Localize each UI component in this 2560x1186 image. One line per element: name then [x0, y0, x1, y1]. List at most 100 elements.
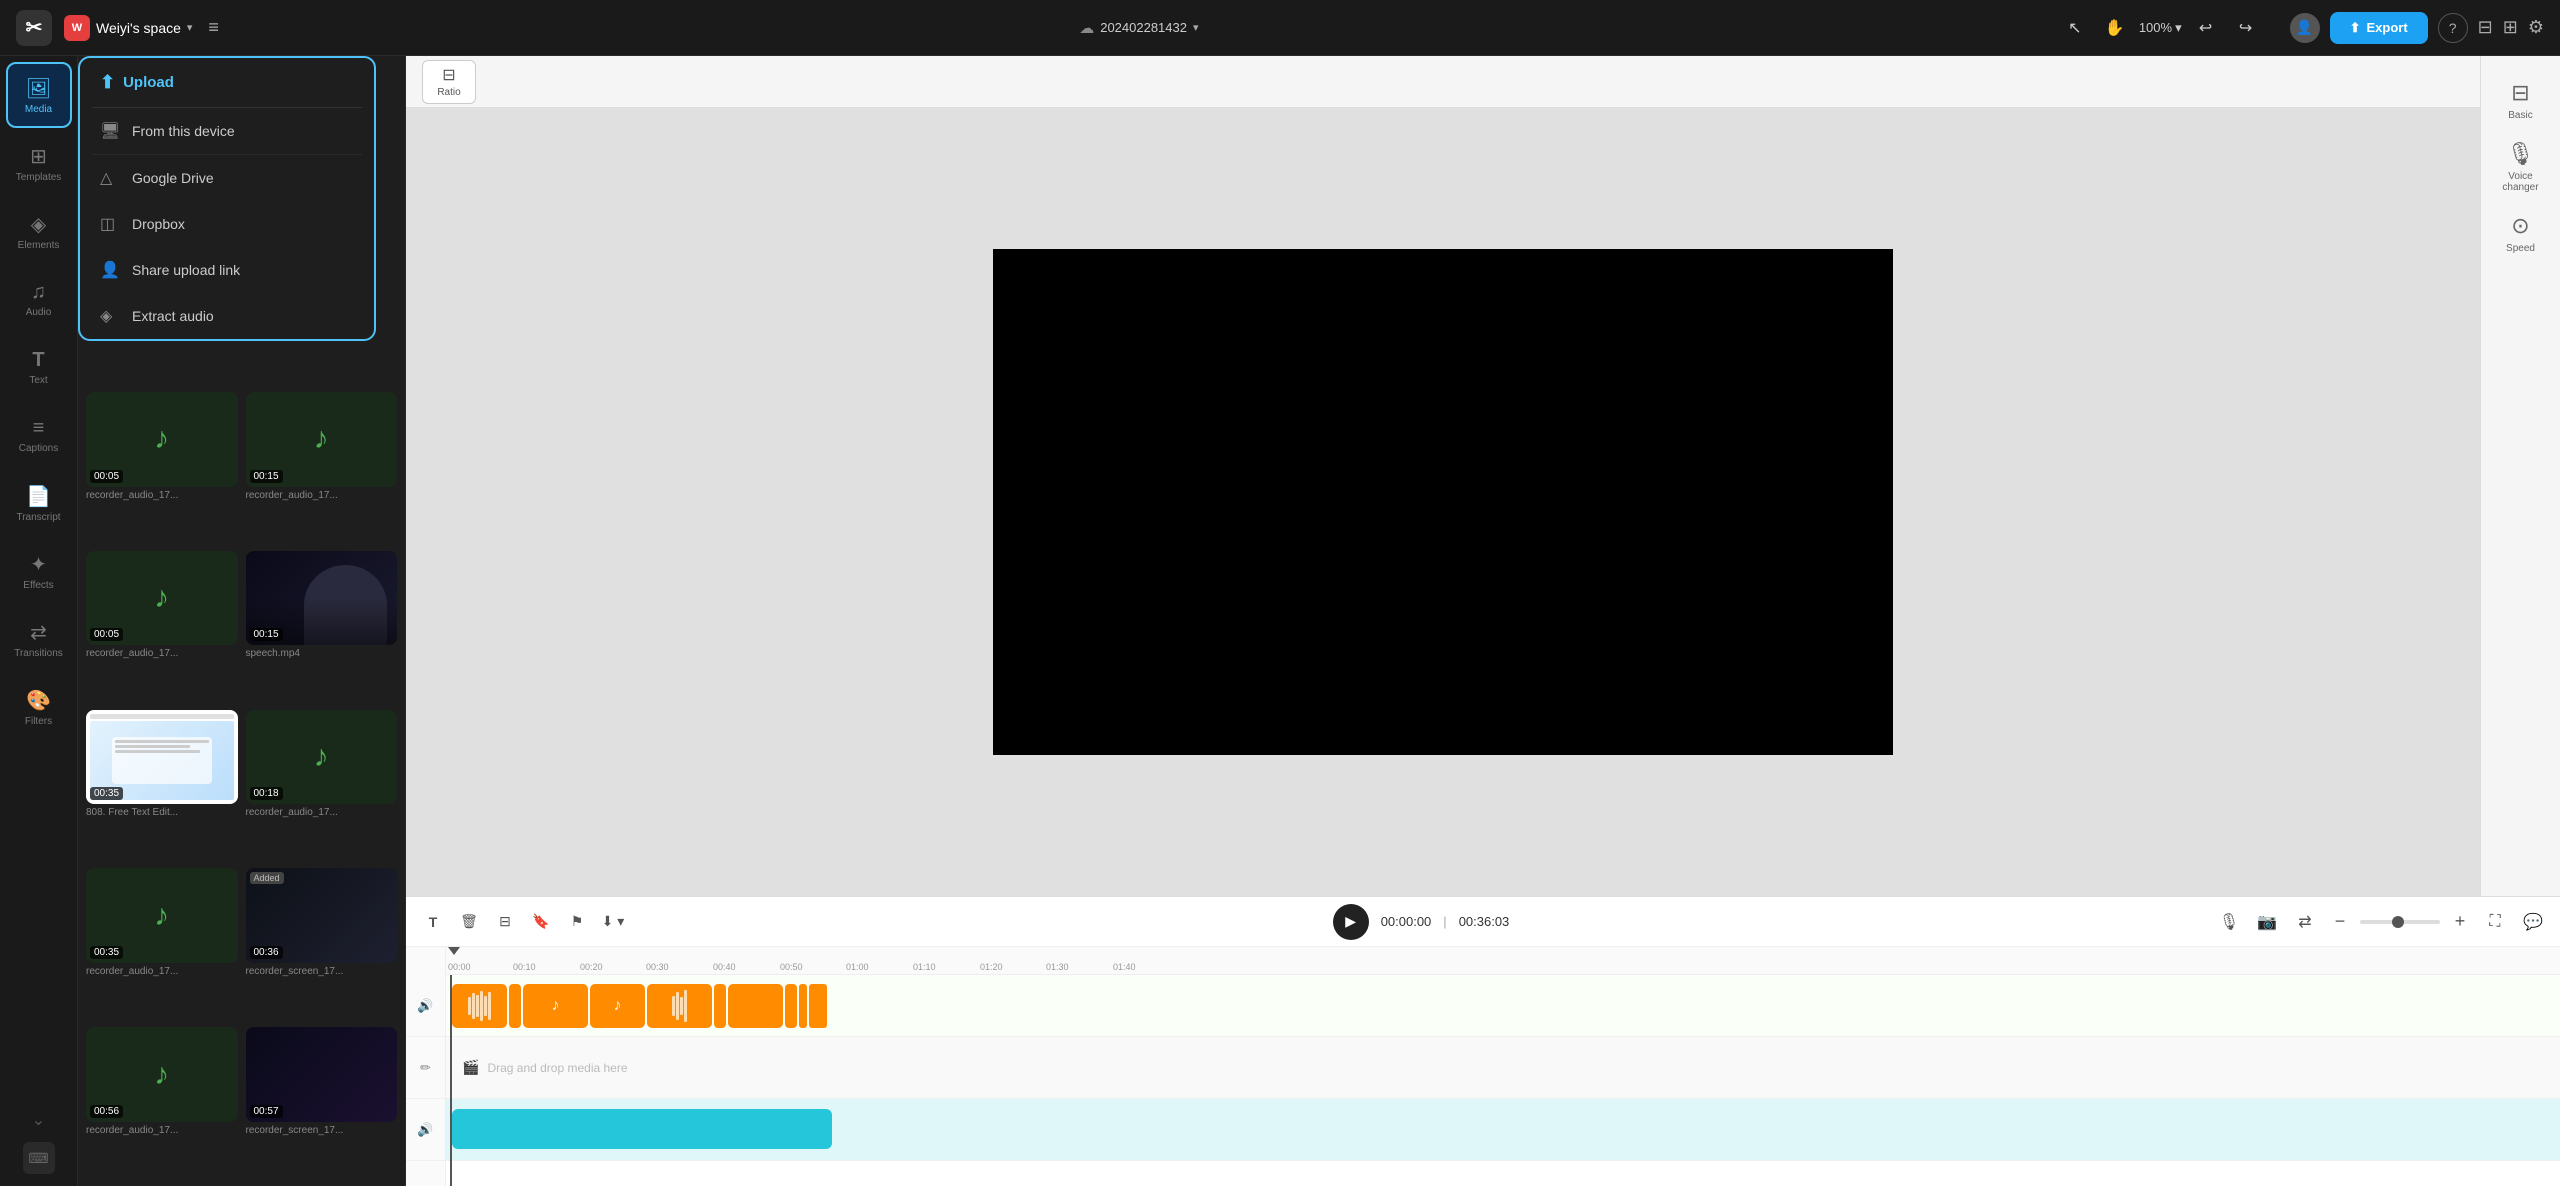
sidebar-item-filters[interactable]: 🎨 Filters	[6, 674, 72, 740]
timeline-trash-button[interactable]: 🗑	[454, 907, 484, 937]
list-item[interactable]: ♪ 00:56 recorder_audio_17...	[86, 1027, 238, 1178]
transitions-label: Transitions	[14, 648, 63, 659]
list-item[interactable]: 00:15 speech.mp4	[246, 551, 398, 702]
timeline-bookmark-button[interactable]: 🔖	[526, 907, 556, 937]
right-panel-speed[interactable]: ⊙ Speed	[2487, 205, 2555, 262]
upload-header[interactable]: ⬆ Upload	[80, 58, 374, 107]
upload-option-dropbox[interactable]: ◫ Dropbox	[80, 201, 374, 247]
timeline-split-button[interactable]: ⊟	[490, 907, 520, 937]
audio-clip[interactable]	[799, 984, 807, 1028]
sidebar-item-effects[interactable]: ✦ Effects	[6, 538, 72, 604]
panel-resize-handle[interactable]	[401, 56, 405, 1186]
panel-toggle-icon[interactable]: ⊟	[2478, 17, 2493, 38]
sidebar-item-captions[interactable]: ≡ Captions	[6, 402, 72, 468]
split-view-icon[interactable]: ⊞	[2503, 17, 2518, 38]
sidebar-item-templates[interactable]: ⊞ Templates	[6, 130, 72, 196]
workspace-chevron-icon: ▾	[187, 21, 193, 34]
audio-clip[interactable]: ♪	[523, 984, 588, 1028]
zoom-control[interactable]: 100%▾	[2139, 20, 2182, 36]
list-item[interactable]: 00:35 808. Free Text Edit...	[86, 710, 238, 861]
audio-clip[interactable]	[728, 984, 783, 1028]
zoom-minus-button[interactable]: −	[2328, 910, 2352, 934]
right-panel-voice-changer[interactable]: 🎙 Voice changer	[2487, 133, 2555, 201]
ratio-icon: ⊟	[442, 65, 455, 85]
video-track-row	[446, 1099, 2560, 1161]
audio-clip[interactable]	[809, 984, 827, 1028]
upload-option-extract-audio[interactable]: ◈ Extract audio	[80, 293, 374, 339]
export-button[interactable]: ⬆ Export	[2330, 12, 2428, 44]
dropbox-icon: ◫	[100, 214, 120, 234]
sidebar-chevron[interactable]: ⌄	[32, 1110, 45, 1130]
share-link-label: Share upload link	[132, 262, 240, 278]
undo-button[interactable]: ↩	[2190, 12, 2222, 44]
speed-icon: ⊙	[2511, 213, 2529, 239]
google-drive-label: Google Drive	[132, 170, 214, 186]
hand-tool[interactable]: ✋	[2099, 12, 2131, 44]
list-item[interactable]: ♪ 00:05 recorder_audio_17...	[86, 551, 238, 702]
list-item[interactable]: ♪ 00:05 recorder_audio_17...	[86, 392, 238, 543]
audio-clip[interactable]: ♪	[590, 984, 645, 1028]
sidebar-item-elements[interactable]: ◈ Elements	[6, 198, 72, 264]
pen-track-label: ✏	[406, 1037, 445, 1099]
audio-clip[interactable]	[452, 984, 507, 1028]
project-name-area[interactable]: ☁ 202402281432 ▾	[1079, 19, 1198, 37]
audio-clip[interactable]	[647, 984, 712, 1028]
avatar-button[interactable]: 👤	[2290, 13, 2320, 43]
cam-record-button[interactable]: 📷	[2252, 907, 2282, 937]
transcript-label: Transcript	[16, 512, 60, 523]
workspace-name: Weiyi's space	[96, 20, 181, 36]
topbar-menu-icon[interactable]: ≡	[208, 17, 219, 38]
list-item[interactable]: Added 00:36 recorder_screen_17...	[246, 868, 398, 1019]
zoom-plus-button[interactable]: +	[2448, 910, 2472, 934]
timeline-download-button[interactable]: ⬇ ▾	[598, 907, 628, 937]
audio-clip[interactable]	[714, 984, 726, 1028]
fullscreen-button[interactable]: ⛶	[2480, 907, 2510, 937]
keyboard-shortcut-icon[interactable]: ⌨	[23, 1142, 55, 1174]
help-icon[interactable]: ?	[2438, 13, 2468, 43]
upload-option-share-link[interactable]: 👤 Share upload link	[80, 247, 374, 293]
timeline-flag-button[interactable]: ⚑	[562, 907, 592, 937]
transitions-icon: ⇄	[30, 620, 47, 645]
captions-label: Captions	[19, 443, 58, 454]
speed-label: Speed	[2506, 243, 2535, 254]
list-item[interactable]: ♪ 00:35 recorder_audio_17...	[86, 868, 238, 1019]
timeline-text-tool[interactable]: T	[418, 907, 448, 937]
pointer-tool[interactable]: ↖	[2059, 12, 2091, 44]
zoom-thumb[interactable]	[2392, 916, 2404, 928]
chat-button[interactable]: 💬	[2518, 907, 2548, 937]
sidebar-item-text[interactable]: T Text	[6, 334, 72, 400]
mic-record-button[interactable]: 🎙	[2214, 907, 2244, 937]
video-clip[interactable]	[452, 1109, 832, 1149]
sidebar-item-transitions[interactable]: ⇄ Transitions	[6, 606, 72, 672]
list-item[interactable]: ♪ 00:15 recorder_audio_17...	[246, 392, 398, 543]
sidebar-item-transcript[interactable]: 📄 Transcript	[6, 470, 72, 536]
elements-label: Elements	[18, 240, 60, 251]
sidebar-item-media[interactable]: 🖼 Media	[6, 62, 72, 128]
list-item[interactable]: ♪ 00:18 recorder_audio_17...	[246, 710, 398, 861]
filters-label: Filters	[25, 716, 52, 727]
from-device-icon: 🖥	[100, 121, 120, 141]
drop-zone-row[interactable]: 🎬 Drag and drop media here	[446, 1037, 2560, 1099]
google-drive-icon: △	[100, 168, 120, 188]
text-icon: T	[32, 349, 44, 372]
audio-clip[interactable]	[509, 984, 521, 1028]
from-device-label: From this device	[132, 123, 235, 139]
settings-icon[interactable]: ⚙	[2528, 17, 2544, 38]
cut-tool-button[interactable]: ⇄	[2290, 907, 2320, 937]
transcript-icon: 📄	[26, 484, 51, 509]
play-button[interactable]: ▶	[1333, 904, 1369, 940]
right-panel-basic[interactable]: ⊟ Basic	[2487, 72, 2555, 129]
cloud-icon: ☁	[1079, 19, 1094, 37]
extract-audio-icon: ◈	[100, 306, 120, 326]
upload-option-google-drive[interactable]: △ Google Drive	[80, 155, 374, 201]
sidebar-item-audio[interactable]: ♫ Audio	[6, 266, 72, 332]
ratio-button[interactable]: ⊟ Ratio	[422, 60, 476, 104]
redo-button[interactable]: ↪	[2230, 12, 2262, 44]
export-icon: ⬆	[2350, 20, 2361, 36]
workspace-selector[interactable]: W Weiyi's space ▾	[64, 15, 192, 41]
preview-canvas	[406, 108, 2480, 896]
timeline-ruler: 00:00 00:10 00:20 00:30 00:40 00:50 01:0…	[446, 947, 2560, 975]
upload-option-from-device[interactable]: 🖥 From this device	[80, 108, 374, 154]
list-item[interactable]: 00:57 recorder_screen_17...	[246, 1027, 398, 1178]
audio-clip[interactable]	[785, 984, 797, 1028]
